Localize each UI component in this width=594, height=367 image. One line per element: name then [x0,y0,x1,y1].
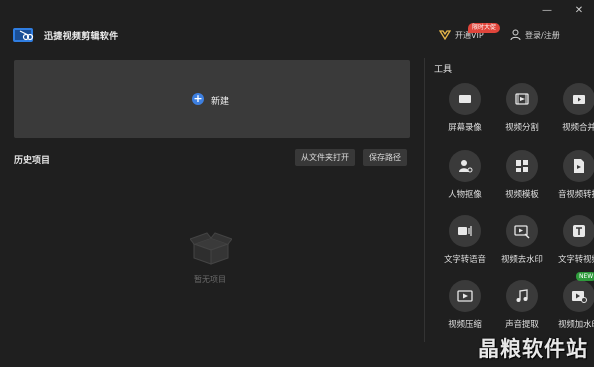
plus-icon[interactable]: + [192,93,204,105]
vip-crown-icon[interactable] [439,28,451,40]
add-watermark-icon [563,280,594,312]
video-compress-icon [449,280,481,312]
screen-record-icon [449,83,481,115]
app-title: 迅捷视频剪辑软件 [44,32,119,42]
user-icon[interactable] [510,29,521,40]
text-to-speech-icon [449,215,481,247]
tool-label: 音视频转换 [558,189,594,199]
tool-text-to-speech[interactable]: 文字转语音 [437,215,493,277]
tools-title: 工具 [434,65,453,75]
login-register-link[interactable]: 登录/注册 [525,30,560,41]
panel-divider [424,58,425,342]
empty-state-text: 暂无项目 [194,275,226,284]
tool-text-to-video[interactable]: 文字转视频 [551,215,594,277]
av-convert-icon [563,150,594,182]
empty-box-icon [190,232,232,265]
remove-watermark-icon [506,215,538,247]
tool-video-split[interactable]: 视频分割 [494,83,550,145]
tool-av-convert[interactable]: 音视频转换 [551,150,594,212]
tool-label: 视频加水印 [558,319,594,329]
tool-portrait-cutout[interactable]: 人物抠像 [437,150,493,212]
minimize-button[interactable]: — [538,4,556,18]
promo-badge: 限时大促 [468,23,501,33]
text-to-video-icon [563,215,594,247]
save-path-button[interactable]: 保存路径 [363,149,407,166]
video-template-icon [506,150,538,182]
tool-video-template[interactable]: 视频模板 [494,150,550,212]
tool-label: 文字转视频 [558,254,594,264]
new-badge: NEW [576,272,594,281]
new-project-label[interactable]: 新建 [211,94,229,107]
audio-extract-icon [506,280,538,312]
video-split-icon [506,83,538,115]
history-title: 历史项目 [14,156,51,166]
tool-video-merge[interactable]: 视频合并 [551,83,594,145]
tool-label: 视频合并 [562,122,594,132]
close-button[interactable]: ✕ [570,4,588,18]
video-merge-icon [563,83,594,115]
tool-screen-record[interactable]: 屏幕录像 [437,83,493,145]
tool-remove-watermark[interactable]: 视频去水印 [494,215,550,277]
open-folder-button[interactable]: 从文件夹打开 [295,149,355,166]
app-logo-icon [13,28,34,42]
portrait-cutout-icon [449,150,481,182]
site-watermark: 晶粮软件站 [478,337,588,361]
